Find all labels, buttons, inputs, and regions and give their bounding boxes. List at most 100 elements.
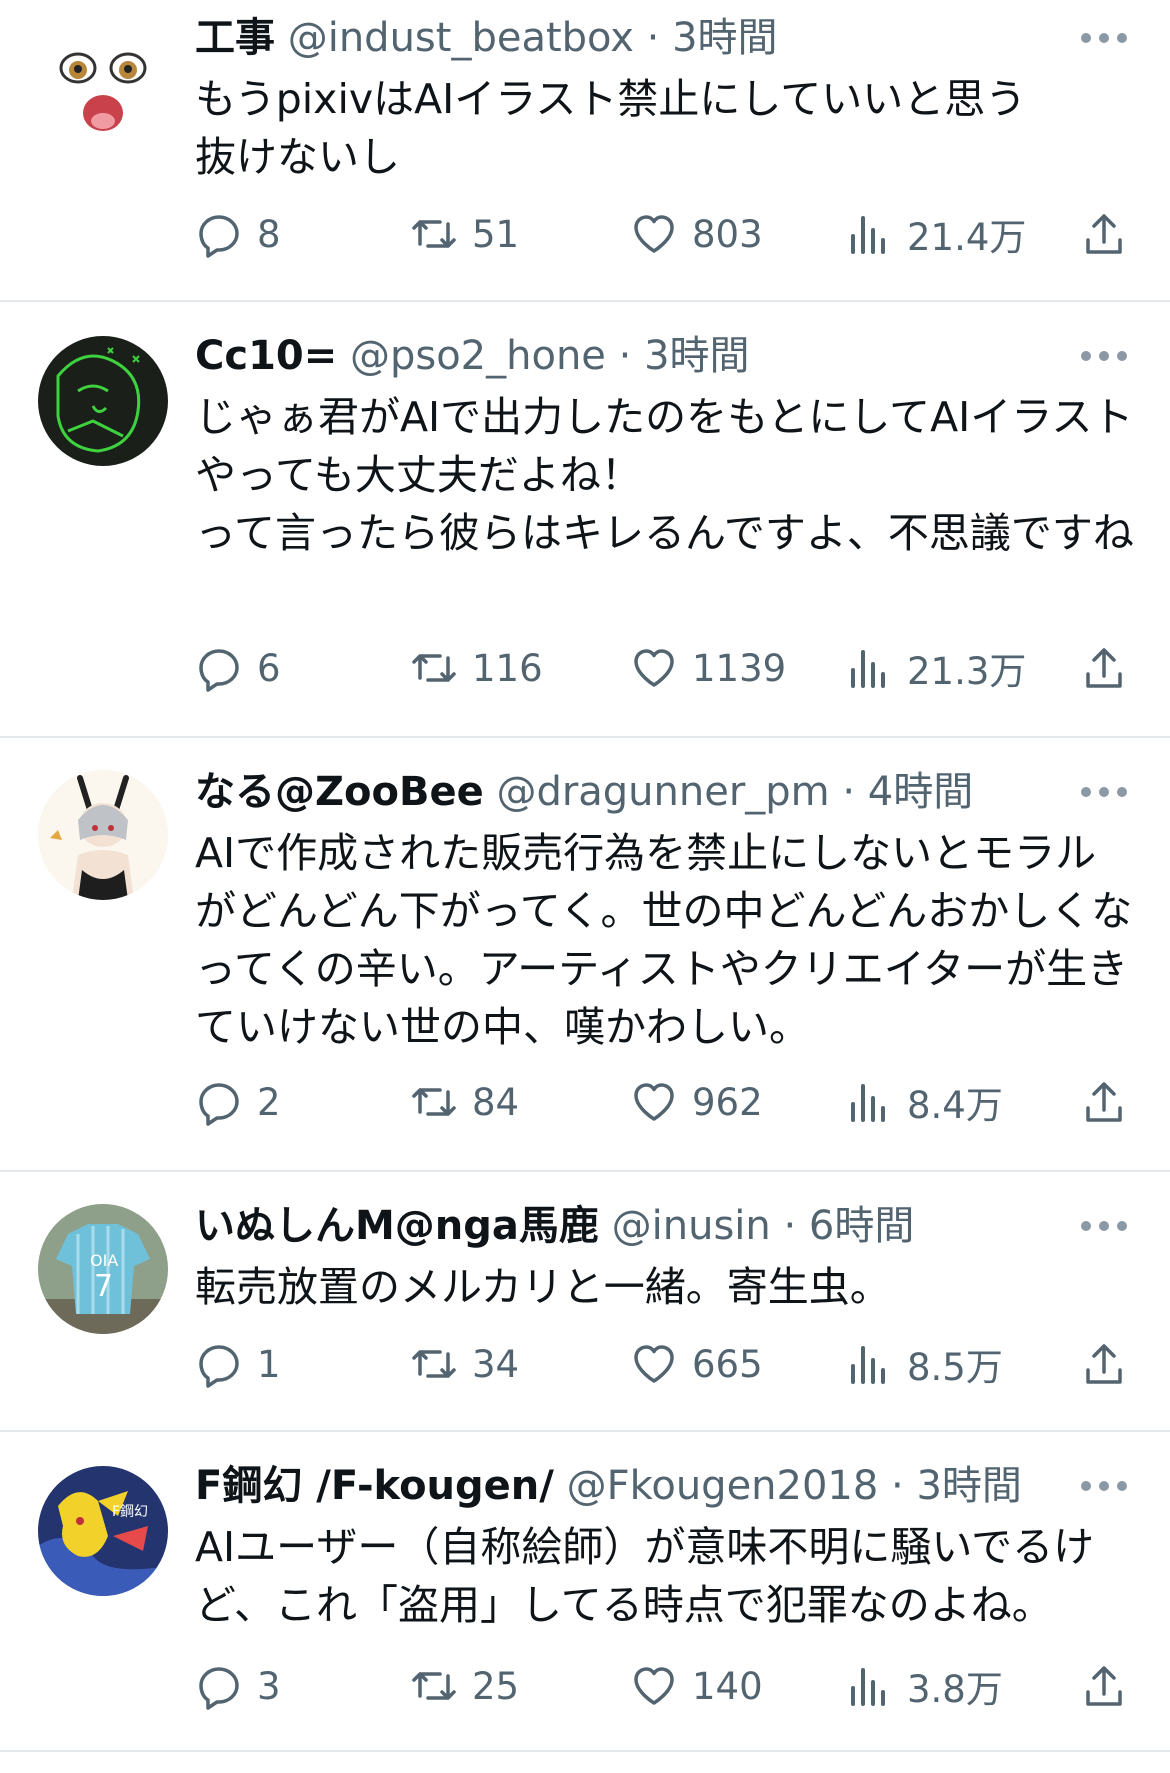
share-upload-icon xyxy=(1086,214,1122,254)
views-chart-icon xyxy=(851,650,885,688)
divider xyxy=(0,1750,1170,1752)
heart-icon xyxy=(634,649,674,687)
like-button[interactable]: 665 xyxy=(630,1336,763,1392)
avatar[interactable] xyxy=(38,18,168,148)
view-count: 21.4万 xyxy=(907,216,1027,259)
retweet-button[interactable]: 84 xyxy=(410,1074,519,1130)
yellow-character-avatar-icon: F鋼幻 xyxy=(38,1466,168,1596)
more-options-button[interactable] xyxy=(1078,782,1130,802)
user-handle[interactable]: @Fkougen2018 xyxy=(567,1463,879,1509)
avatar[interactable] xyxy=(38,770,168,900)
reply-button[interactable]: 3 xyxy=(195,1658,281,1714)
tweet[interactable]: Cc10= @pso2_hone · 3時間 じゃぁ君がAIで出力したのをもとに… xyxy=(0,302,1170,736)
like-count: 1139 xyxy=(692,646,787,690)
tweet[interactable]: 工事 @indust_beatbox · 3時間 もうpixivはAIイラスト禁… xyxy=(0,0,1170,300)
svg-text:7: 7 xyxy=(94,1269,113,1304)
jersey-avatar-icon: OIA 7 xyxy=(38,1204,168,1334)
more-options-button[interactable] xyxy=(1078,1216,1130,1236)
reply-button[interactable]: 1 xyxy=(195,1336,281,1392)
reply-icon xyxy=(199,1083,239,1126)
views-chart-icon xyxy=(851,1668,885,1706)
more-options-button[interactable] xyxy=(1078,1476,1130,1496)
heart-icon xyxy=(634,1667,674,1705)
retweet-button[interactable]: 25 xyxy=(410,1658,519,1714)
anime-face-avatar-icon xyxy=(38,18,168,148)
tweet-header: なる@ZooBee @dragunner_pm · 4時間 xyxy=(195,764,1060,820)
like-button[interactable]: 1139 xyxy=(630,640,786,696)
retweet-button[interactable]: 116 xyxy=(410,640,543,696)
display-name[interactable]: なる@ZooBee xyxy=(195,769,484,815)
reply-button[interactable]: 2 xyxy=(195,1074,281,1130)
share-upload-icon xyxy=(1086,1344,1122,1384)
timestamp[interactable]: 4時間 xyxy=(868,769,973,815)
svg-text:F鋼幻: F鋼幻 xyxy=(112,1504,148,1520)
tweet-text: 転売放置のメルカリと一緒。寄生虫。 xyxy=(195,1263,891,1311)
more-dots-icon xyxy=(1081,33,1127,43)
like-button[interactable]: 962 xyxy=(630,1074,763,1130)
user-handle[interactable]: @inusin xyxy=(612,1203,771,1249)
view-count: 8.4万 xyxy=(907,1084,1003,1127)
separator-dot: · xyxy=(891,1463,904,1509)
timestamp[interactable]: 3時間 xyxy=(644,333,749,379)
reply-icon xyxy=(199,215,239,258)
user-handle[interactable]: @pso2_hone xyxy=(350,333,606,379)
display-name[interactable]: 工事 xyxy=(195,15,275,61)
views-button[interactable]: 21.4万 xyxy=(845,206,1026,262)
more-options-button[interactable] xyxy=(1078,346,1130,366)
like-button[interactable]: 803 xyxy=(630,206,763,262)
share-button[interactable] xyxy=(1080,1336,1128,1392)
retweet-icon xyxy=(412,220,456,248)
reply-button[interactable]: 8 xyxy=(195,206,281,262)
share-button[interactable] xyxy=(1080,1658,1128,1714)
more-options-button[interactable] xyxy=(1078,28,1130,48)
share-button[interactable] xyxy=(1080,1074,1128,1130)
avatar[interactable] xyxy=(38,336,168,466)
action-bar: 3 25 140 3.8万 xyxy=(195,1658,1140,1714)
reply-button[interactable]: 6 xyxy=(195,640,281,696)
separator-dot: · xyxy=(783,1203,797,1249)
reply-icon xyxy=(199,1667,239,1710)
user-handle[interactable]: @dragunner_pm xyxy=(496,769,829,815)
share-upload-icon xyxy=(1086,1082,1122,1122)
views-chart-icon xyxy=(851,1084,885,1122)
views-button[interactable]: 8.4万 xyxy=(845,1074,1003,1130)
display-name[interactable]: いぬしんM@nga馬鹿 xyxy=(195,1203,599,1249)
more-dots-icon xyxy=(1081,1221,1127,1231)
tweet[interactable]: OIA 7 いぬしんM@nga馬鹿 @inusin · 6時間 転売放置のメルカ… xyxy=(0,1172,1170,1430)
avatar[interactable]: F鋼幻 xyxy=(38,1466,168,1596)
retweet-icon xyxy=(412,1088,456,1116)
tweet-text: じゃぁ君がAIで出力したのをもとにしてAIイラストやっても大丈夫だよね！ って言… xyxy=(195,393,1134,557)
tweet[interactable]: F鋼幻 F鋼幻 /F-kougen/ @Fkougen2018 · 3時間 AI… xyxy=(0,1432,1170,1750)
timestamp[interactable]: 6時間 xyxy=(809,1203,914,1249)
retweet-count: 116 xyxy=(472,646,543,690)
retweet-button[interactable]: 51 xyxy=(410,206,519,262)
green-lineart-avatar-icon xyxy=(38,336,168,466)
timestamp[interactable]: 3時間 xyxy=(916,1463,1021,1509)
timestamp[interactable]: 3時間 xyxy=(672,15,777,61)
retweet-button[interactable]: 34 xyxy=(410,1336,519,1392)
share-button[interactable] xyxy=(1080,640,1128,696)
retweet-count: 51 xyxy=(472,212,520,256)
reply-count: 2 xyxy=(257,1080,281,1124)
views-button[interactable]: 21.3万 xyxy=(845,640,1026,696)
views-button[interactable]: 8.5万 xyxy=(845,1336,1003,1392)
tweet[interactable]: なる@ZooBee @dragunner_pm · 4時間 AIで作成された販売… xyxy=(0,738,1170,1170)
tweet-header: 工事 @indust_beatbox · 3時間 xyxy=(195,10,1060,66)
display-name[interactable]: F鋼幻 /F-kougen/ xyxy=(195,1463,554,1509)
view-count: 8.5万 xyxy=(907,1346,1003,1389)
reply-icon xyxy=(199,649,239,692)
like-count: 665 xyxy=(692,1342,763,1386)
avatar[interactable]: OIA 7 xyxy=(38,1204,168,1334)
like-button[interactable]: 140 xyxy=(630,1658,763,1714)
reply-count: 1 xyxy=(257,1342,281,1386)
action-bar: 2 84 962 8.4万 xyxy=(195,1074,1140,1130)
display-name[interactable]: Cc10= xyxy=(195,333,337,379)
retweet-icon xyxy=(412,1350,456,1378)
views-button[interactable]: 3.8万 xyxy=(845,1658,1003,1714)
user-handle[interactable]: @indust_beatbox xyxy=(288,15,634,61)
tweet-text: AIで作成された販売行為を禁止にしないとモラルがどんどん下がってく。世の中どんど… xyxy=(195,829,1133,1051)
share-button[interactable] xyxy=(1080,206,1128,262)
like-count: 140 xyxy=(692,1664,763,1708)
retweet-count: 34 xyxy=(472,1342,520,1386)
reply-count: 6 xyxy=(257,646,281,690)
